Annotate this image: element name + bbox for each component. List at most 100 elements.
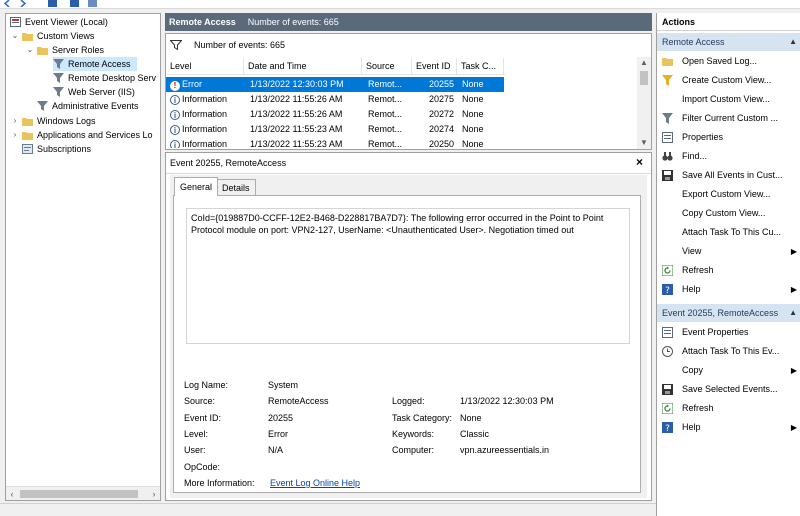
chevron-right-icon[interactable]: › bbox=[10, 128, 20, 142]
event-message[interactable]: CoId={019887D0-CCFF-12E2-B468-D228817BA7… bbox=[186, 208, 630, 344]
action-refresh-event[interactable]: Refresh bbox=[657, 399, 800, 418]
tree-item-applications-services[interactable]: Applications and Services Lo bbox=[22, 128, 153, 142]
date-cell: 1/13/2022 11:55:23 AM bbox=[250, 139, 343, 148]
panel-icon[interactable] bbox=[88, 0, 97, 7]
tree-item-administrative-events[interactable]: Administrative Events bbox=[37, 99, 139, 113]
back-icon[interactable] bbox=[3, 0, 12, 7]
action-filter-current-view[interactable]: Filter Current Custom ... bbox=[657, 109, 800, 128]
tree-item-subscriptions[interactable]: Subscriptions bbox=[22, 142, 91, 156]
action-copy-custom-view[interactable]: Copy Custom View... bbox=[657, 204, 800, 223]
action-find[interactable]: Find... bbox=[657, 147, 800, 166]
event-id-cell: 20272 bbox=[429, 109, 455, 119]
chevron-right-icon[interactable]: › bbox=[10, 114, 20, 128]
folder-icon bbox=[22, 118, 33, 126]
general-tab-body: CoId={019887D0-CCFF-12E2-B468-D228817BA7… bbox=[173, 195, 641, 493]
collapse-icon[interactable]: ▲ bbox=[789, 33, 797, 51]
help-icon: ? bbox=[662, 284, 673, 295]
action-attach-task-view[interactable]: Attach Task To This Cu... bbox=[657, 223, 800, 242]
tree-item-remote-desktop[interactable]: Remote Desktop Serv bbox=[53, 71, 156, 85]
action-create-custom-view[interactable]: Create Custom View... bbox=[657, 71, 800, 90]
column-header-task[interactable]: Task C... bbox=[457, 58, 504, 75]
actions-section-event[interactable]: Event 20255, RemoteAccess ▲ bbox=[657, 304, 800, 322]
scroll-left-icon[interactable]: ‹ bbox=[6, 487, 18, 500]
action-open-saved-log[interactable]: Open Saved Log... bbox=[657, 52, 800, 71]
action-help-event[interactable]: ? Help ▶ bbox=[657, 418, 800, 437]
task-cell: None bbox=[462, 124, 484, 134]
chevron-down-icon[interactable]: ⌄ bbox=[25, 43, 35, 57]
action-import-custom-view[interactable]: Import Custom View... bbox=[657, 90, 800, 109]
forward-icon[interactable] bbox=[18, 0, 27, 7]
events-vertical-scrollbar[interactable]: ▲ ▼ bbox=[637, 57, 651, 149]
column-header-event-id[interactable]: Event ID bbox=[412, 58, 457, 75]
action-attach-task-event[interactable]: Attach Task To This Ev... bbox=[657, 342, 800, 361]
collapse-icon[interactable]: ▲ bbox=[789, 304, 797, 322]
tab-general[interactable]: General bbox=[174, 177, 219, 196]
refresh-icon bbox=[662, 403, 673, 414]
table-row[interactable]: i Information 1/13/2022 11:55:26 AM Remot… bbox=[166, 107, 504, 122]
submenu-arrow-icon: ▶ bbox=[790, 366, 797, 375]
action-view[interactable]: View ▶ bbox=[657, 242, 800, 261]
console-icon[interactable] bbox=[48, 0, 57, 7]
tree-item-event-viewer[interactable]: Event Viewer (Local) bbox=[10, 15, 108, 29]
toolbar bbox=[0, 0, 800, 9]
computer-label: Computer: bbox=[392, 445, 435, 455]
level-cell: i Information bbox=[170, 107, 244, 122]
actions-section-remote-access[interactable]: Remote Access ▲ bbox=[657, 33, 800, 51]
date-cell: 1/13/2022 11:55:26 AM bbox=[250, 109, 343, 119]
filter-icon bbox=[53, 59, 64, 69]
table-row[interactable]: i Information 1/13/2022 11:55:23 AM Remot… bbox=[166, 122, 504, 137]
filter-icon bbox=[662, 75, 673, 86]
tab-details[interactable]: Details bbox=[216, 179, 256, 196]
event-log-online-help-link[interactable]: Event Log Online Help bbox=[270, 477, 360, 489]
close-icon[interactable]: × bbox=[636, 155, 643, 169]
table-row[interactable]: i Information 1/13/2022 11:55:26 AM Remot… bbox=[166, 92, 504, 107]
scroll-thumb[interactable] bbox=[640, 71, 648, 85]
tree-item-windows-logs[interactable]: Windows Logs bbox=[22, 114, 96, 128]
event-id-cell: 20274 bbox=[429, 124, 455, 134]
tree-item-remote-access[interactable]: Remote Access bbox=[53, 57, 137, 71]
task-category-label: Task Category: bbox=[392, 413, 453, 423]
event-id-cell: 20250 bbox=[429, 139, 455, 148]
action-help[interactable]: ? Help ▶ bbox=[657, 280, 800, 299]
action-refresh[interactable]: Refresh bbox=[657, 261, 800, 280]
date-cell: 1/13/2022 12:30:03 PM bbox=[250, 79, 344, 89]
actions-header: Actions bbox=[657, 13, 800, 31]
status-bar bbox=[0, 503, 656, 516]
properties-icon[interactable] bbox=[70, 0, 79, 7]
chevron-down-icon[interactable]: ⌄ bbox=[10, 29, 20, 43]
task-icon bbox=[662, 346, 673, 357]
column-header-date[interactable]: Date and Time bbox=[244, 58, 362, 75]
scroll-thumb[interactable] bbox=[20, 490, 138, 498]
tree-item-custom-views[interactable]: Custom Views bbox=[22, 29, 94, 43]
error-icon: ! bbox=[170, 81, 180, 91]
table-row[interactable]: i Information 1/13/2022 11:55:23 AM Remot… bbox=[166, 137, 504, 148]
action-save-selected-events[interactable]: Save Selected Events... bbox=[657, 380, 800, 399]
task-cell: None bbox=[462, 94, 484, 104]
scroll-right-icon[interactable]: › bbox=[148, 487, 160, 500]
filter-icon bbox=[662, 113, 673, 124]
properties-icon bbox=[662, 327, 673, 338]
column-header-source[interactable]: Source bbox=[362, 58, 412, 75]
log-name-value: System bbox=[268, 380, 299, 390]
filter-icon bbox=[53, 73, 64, 83]
scroll-down-icon[interactable]: ▼ bbox=[637, 137, 651, 149]
svg-text:?: ? bbox=[665, 286, 670, 295]
filter-icon bbox=[53, 87, 64, 97]
source-cell: Remot... bbox=[368, 79, 403, 89]
action-properties[interactable]: Properties bbox=[657, 128, 800, 147]
scroll-up-icon[interactable]: ▲ bbox=[637, 57, 651, 69]
tree-item-server-roles[interactable]: Server Roles bbox=[37, 43, 104, 57]
submenu-arrow-icon: ▶ bbox=[790, 247, 797, 256]
action-export-custom-view[interactable]: Export Custom View... bbox=[657, 185, 800, 204]
event-count: Number of events: 665 bbox=[247, 17, 339, 27]
table-row[interactable]: ! Error 1/13/2022 12:30:03 PM Remot... 20… bbox=[166, 77, 504, 92]
action-copy[interactable]: Copy ▶ bbox=[657, 361, 800, 380]
save-icon bbox=[662, 170, 673, 181]
tree-horizontal-scrollbar[interactable]: ‹ › bbox=[6, 486, 160, 500]
logged-value: 1/13/2022 12:30:03 PM bbox=[460, 396, 554, 406]
tree-item-web-server[interactable]: Web Server (IIS) bbox=[53, 85, 135, 99]
column-header-level[interactable]: Level bbox=[166, 58, 244, 75]
action-save-all-events[interactable]: Save All Events in Cust... bbox=[657, 166, 800, 185]
more-info-label: More Information: bbox=[184, 478, 255, 488]
action-event-properties[interactable]: Event Properties bbox=[657, 323, 800, 342]
